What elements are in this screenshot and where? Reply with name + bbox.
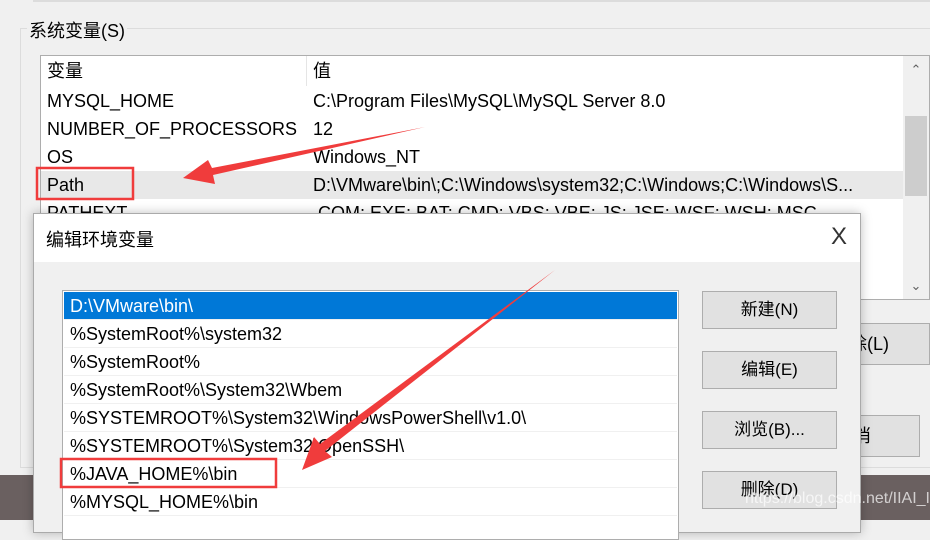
annotation-overlay — [35, 127, 555, 489]
java-home-highlight-box — [59, 457, 278, 489]
path-highlight-box — [35, 166, 135, 201]
arrow-to-java-home — [302, 270, 555, 470]
arrow-to-path — [183, 127, 425, 184]
